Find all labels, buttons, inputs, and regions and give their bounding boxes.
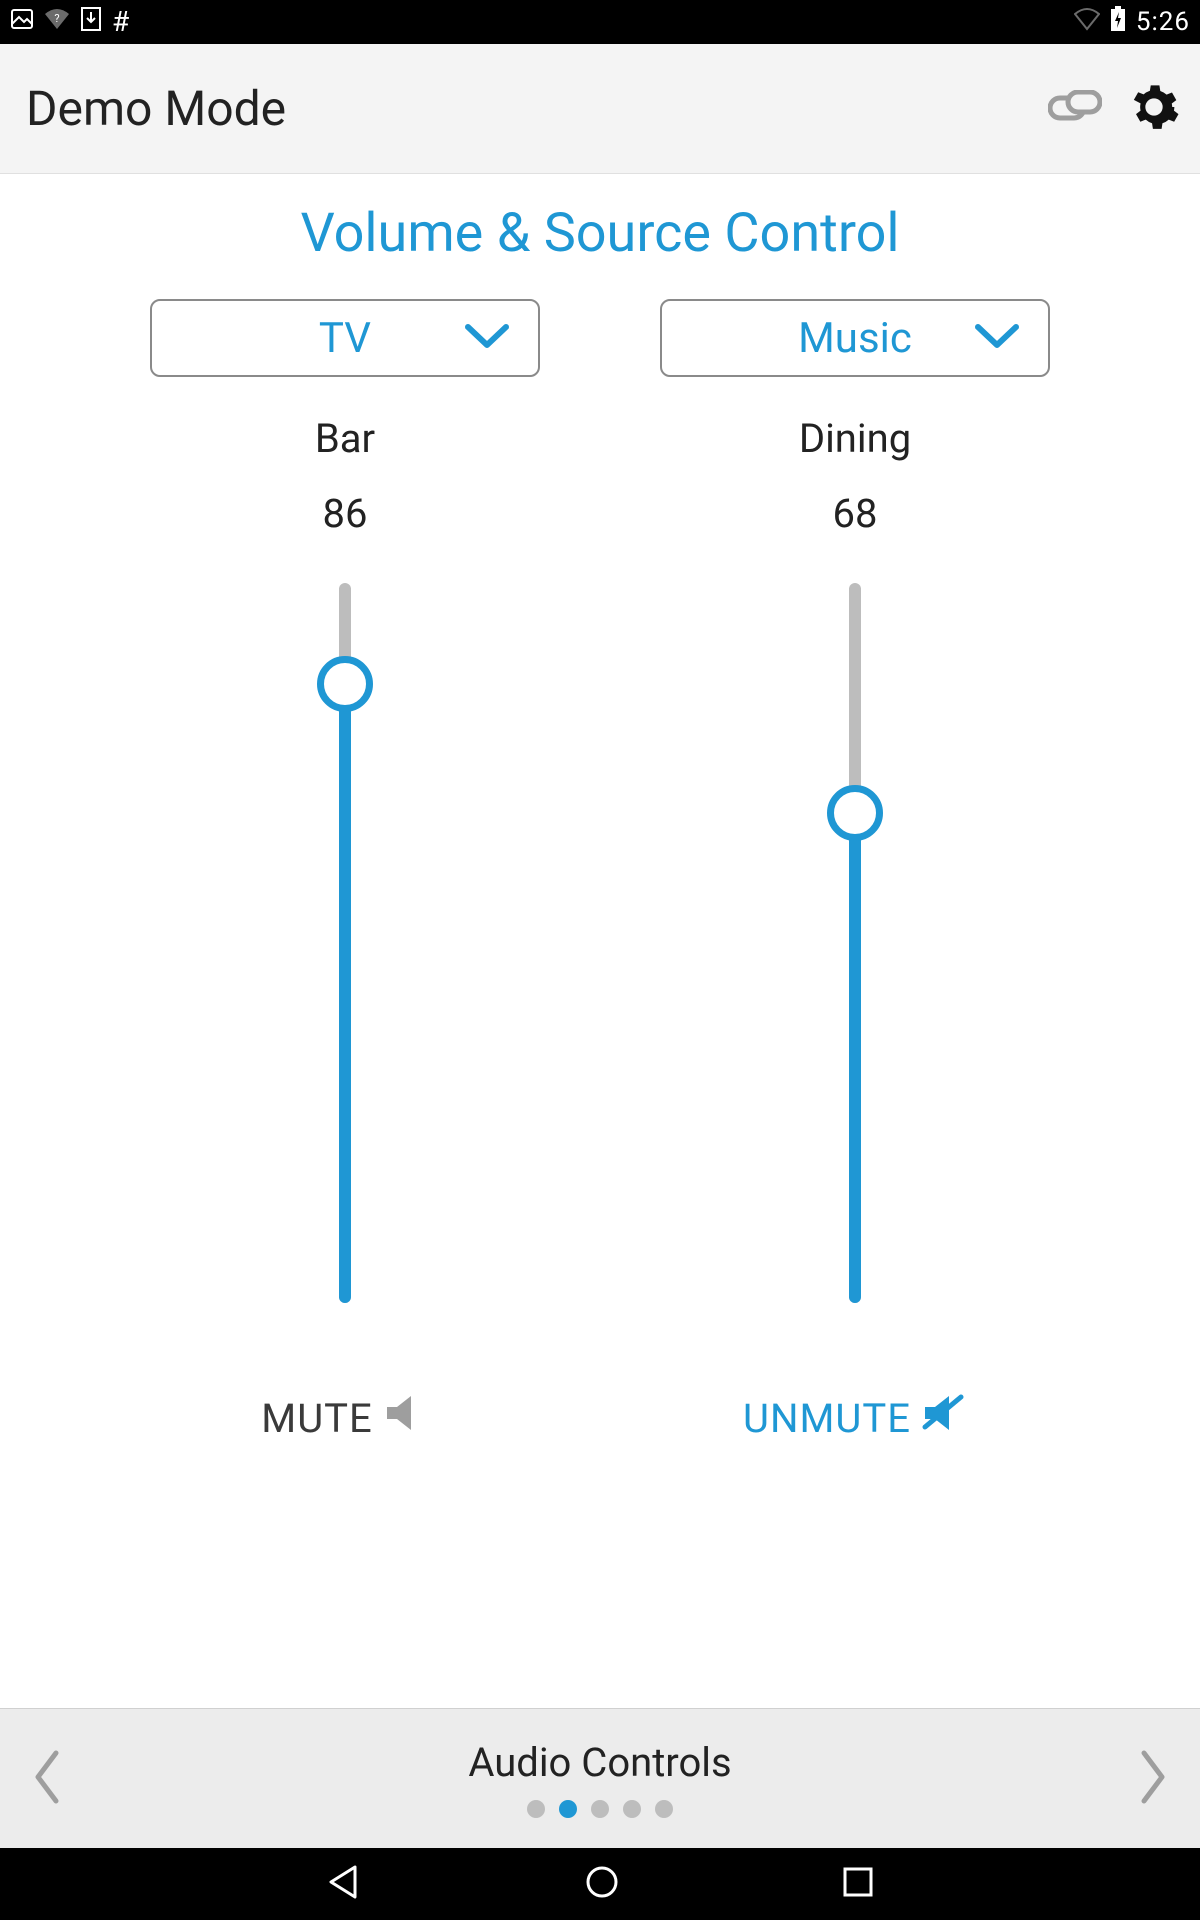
pager-dot-4[interactable] bbox=[655, 1800, 673, 1818]
download-icon bbox=[80, 7, 102, 37]
pager-dot-2[interactable] bbox=[591, 1800, 609, 1818]
bottom-nav-bar: Audio Controls bbox=[0, 1708, 1200, 1848]
next-page-button[interactable] bbox=[1136, 1747, 1170, 1811]
svg-text:?: ? bbox=[54, 12, 59, 25]
app-title: Demo Mode bbox=[26, 80, 286, 137]
pager-dot-1[interactable] bbox=[559, 1800, 577, 1818]
android-status-bar: ? # 5:26 bbox=[0, 0, 1200, 44]
link-icon[interactable] bbox=[1048, 90, 1102, 128]
volume-slider-1[interactable] bbox=[825, 583, 885, 1303]
app-header: Demo Mode bbox=[0, 44, 1200, 174]
source-select-label: Music bbox=[798, 314, 912, 363]
slider-fill bbox=[339, 684, 351, 1303]
chevron-down-icon bbox=[974, 321, 1020, 355]
source-select-1[interactable]: Music bbox=[660, 299, 1050, 377]
zone-name-label: Dining bbox=[799, 415, 911, 462]
wifi-empty-icon bbox=[1074, 7, 1100, 37]
page-title: Volume & Source Control bbox=[0, 202, 1200, 265]
nav-page-label: Audio Controls bbox=[468, 1739, 731, 1786]
slider-thumb[interactable] bbox=[827, 785, 883, 841]
gear-icon[interactable] bbox=[1128, 81, 1180, 137]
wifi-question-icon: ? bbox=[44, 7, 70, 37]
mute-label: MUTE bbox=[261, 1395, 372, 1442]
prev-page-button[interactable] bbox=[30, 1747, 64, 1811]
pager-dots[interactable] bbox=[527, 1800, 673, 1818]
android-home-button[interactable] bbox=[583, 1863, 621, 1905]
source-select-label: TV bbox=[319, 314, 371, 363]
mute-toggle-0[interactable]: MUTE bbox=[261, 1393, 428, 1443]
source-select-0[interactable]: TV bbox=[150, 299, 540, 377]
mute-label: UNMUTE bbox=[743, 1395, 911, 1442]
hash-icon: # bbox=[112, 8, 129, 36]
android-nav-bar bbox=[0, 1848, 1200, 1920]
android-recents-button[interactable] bbox=[841, 1865, 875, 1903]
zone-dining: Music Dining 68 UNMUTE bbox=[635, 299, 1075, 1443]
zone-volume-value: 86 bbox=[323, 490, 368, 537]
slider-fill bbox=[849, 813, 861, 1303]
zone-bar: TV Bar 86 MUTE bbox=[125, 299, 565, 1443]
zone-name-label: Bar bbox=[315, 415, 375, 462]
volume-slider-0[interactable] bbox=[315, 583, 375, 1303]
zone-volume-value: 68 bbox=[833, 490, 878, 537]
speaker-icon bbox=[383, 1393, 429, 1443]
speaker-muted-icon bbox=[921, 1393, 967, 1443]
chevron-down-icon bbox=[464, 321, 510, 355]
pager-dot-3[interactable] bbox=[623, 1800, 641, 1818]
slider-thumb[interactable] bbox=[317, 656, 373, 712]
battery-charging-icon bbox=[1110, 6, 1126, 38]
mute-toggle-1[interactable]: UNMUTE bbox=[743, 1393, 967, 1443]
status-clock: 5:26 bbox=[1136, 7, 1190, 37]
pager-dot-0[interactable] bbox=[527, 1800, 545, 1818]
image-icon bbox=[10, 7, 34, 37]
android-back-button[interactable] bbox=[325, 1863, 363, 1905]
main-content: Volume & Source Control TV Bar 86 MUTE bbox=[0, 174, 1200, 1443]
